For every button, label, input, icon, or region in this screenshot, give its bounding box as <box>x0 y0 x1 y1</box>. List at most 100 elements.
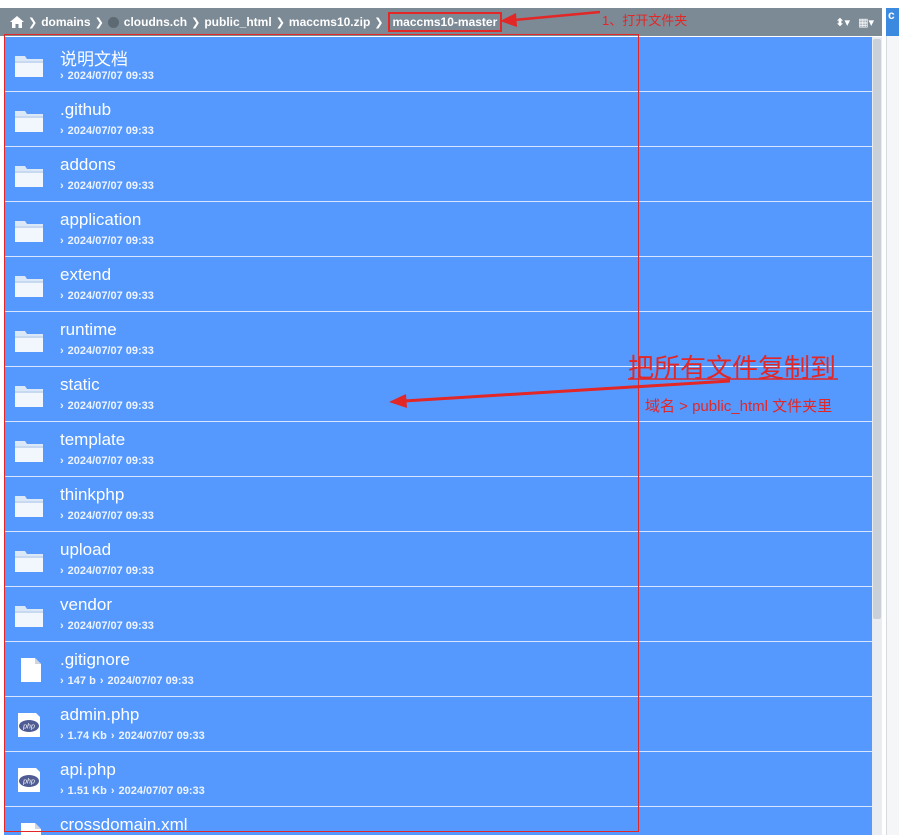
chevron-right-icon: › <box>60 675 64 687</box>
folder-icon <box>15 273 43 297</box>
file-meta: › 2024/07/07 09:33 <box>60 510 158 522</box>
chevron-right-icon: › <box>60 235 64 247</box>
toolbar-right: ⬍▾ ▦▾ <box>835 8 874 36</box>
file-name[interactable]: addons <box>60 155 116 175</box>
file-row[interactable]: 说明文档 › 2024/07/07 09:33 <box>4 37 872 92</box>
file-meta: › 2024/07/07 09:33 <box>60 345 158 357</box>
file-date: 2024/07/07 09:33 <box>107 675 194 687</box>
chevron-right-icon: ❯ <box>191 16 201 29</box>
sort-icon[interactable]: ⬍▾ <box>835 16 850 29</box>
file-name[interactable]: template <box>60 430 125 450</box>
annotation-step1: 1、打开文件夹 <box>602 13 688 28</box>
file-meta: › 147 b › 2024/07/07 09:33 <box>60 675 198 687</box>
breadcrumb-item-domain[interactable]: cloudns.ch <box>122 15 189 29</box>
file-row[interactable]: .github › 2024/07/07 09:33 <box>4 92 872 147</box>
file-name[interactable]: admin.php <box>60 705 139 725</box>
file-row[interactable]: addons › 2024/07/07 09:33 <box>4 147 872 202</box>
file-meta: › 1.51 Kb › 2024/07/07 09:33 <box>60 785 209 797</box>
right-panel-header[interactable]: c <box>886 8 899 36</box>
folder-icon <box>15 438 43 462</box>
file-name[interactable]: vendor <box>60 595 112 615</box>
breadcrumb-bar: ❯ domains ❯ cloudns.ch ❯ public_html ❯ m… <box>0 8 882 36</box>
chevron-right-icon: › <box>60 290 64 302</box>
chevron-right-icon: › <box>60 455 64 467</box>
file-name[interactable]: .gitignore <box>60 650 130 670</box>
file-date: 2024/07/07 09:33 <box>67 620 154 632</box>
file-name[interactable]: crossdomain.xml <box>60 815 188 835</box>
file-name[interactable]: application <box>60 210 141 230</box>
chevron-right-icon: ❯ <box>374 16 384 29</box>
file-meta: › 2024/07/07 09:33 <box>60 235 158 247</box>
file-date: 2024/07/07 09:33 <box>67 180 154 192</box>
home-icon[interactable] <box>10 16 24 28</box>
annotation-sub: 域名 > public_html 文件夹里 <box>645 398 833 415</box>
file-row[interactable]: template › 2024/07/07 09:33 <box>4 422 872 477</box>
folder-icon <box>15 383 43 407</box>
folder-icon <box>15 548 43 572</box>
chevron-right-icon: ❯ <box>94 16 104 29</box>
file-meta: › 2024/07/07 09:33 <box>60 455 158 467</box>
file-meta: › 2024/07/07 09:33 <box>60 180 158 192</box>
php-file-icon: php <box>15 713 43 737</box>
globe-icon <box>107 16 119 28</box>
file-meta: › 2024/07/07 09:33 <box>60 290 158 302</box>
file-date: 2024/07/07 09:33 <box>67 290 154 302</box>
file-row[interactable]: upload › 2024/07/07 09:33 <box>4 532 872 587</box>
file-row[interactable]: extend › 2024/07/07 09:33 <box>4 257 872 312</box>
file-row[interactable]: php admin.php › 1.74 Kb › 2024/07/07 09:33 <box>4 697 872 752</box>
file-row[interactable]: .gitignore › 147 b › 2024/07/07 09:33 <box>4 642 872 697</box>
scrollbar-thumb[interactable] <box>873 39 881 619</box>
chevron-right-icon: › <box>60 620 64 632</box>
chevron-right-icon: ❯ <box>28 16 38 29</box>
file-row[interactable]: application › 2024/07/07 09:33 <box>4 202 872 257</box>
chevron-right-icon: › <box>60 70 64 82</box>
right-panel <box>886 36 899 835</box>
chevron-right-icon: › <box>99 675 104 687</box>
php-file-icon: php <box>15 768 43 792</box>
chevron-right-icon: › <box>60 730 64 742</box>
file-date: 2024/07/07 09:33 <box>67 510 154 522</box>
folder-icon <box>15 108 43 132</box>
file-date: 2024/07/07 09:33 <box>67 565 154 577</box>
file-row[interactable]: php api.php › 1.51 Kb › 2024/07/07 09:33 <box>4 752 872 807</box>
file-name[interactable]: upload <box>60 540 111 560</box>
file-row[interactable]: vendor › 2024/07/07 09:33 <box>4 587 872 642</box>
file-meta: › 1.74 Kb › 2024/07/07 09:33 <box>60 730 209 742</box>
file-date: 2024/07/07 09:33 <box>67 235 154 247</box>
svg-text:php: php <box>22 779 35 786</box>
file-row[interactable]: thinkphp › 2024/07/07 09:33 <box>4 477 872 532</box>
file-name[interactable]: api.php <box>60 760 116 780</box>
file-icon <box>15 658 43 682</box>
scrollbar[interactable] <box>872 37 882 835</box>
folder-icon <box>15 603 43 627</box>
file-name[interactable]: static <box>60 375 100 395</box>
file-meta: › 2024/07/07 09:33 <box>60 125 158 137</box>
breadcrumb-item-zip[interactable]: maccms10.zip <box>287 15 372 29</box>
file-date: 2024/07/07 09:33 <box>118 785 205 797</box>
file-row[interactable]: crossdomain.xml <box>4 807 872 835</box>
chevron-right-icon: › <box>60 785 64 797</box>
chevron-right-icon: ❯ <box>275 16 285 29</box>
grid-view-icon[interactable]: ▦▾ <box>858 16 874 29</box>
folder-icon <box>15 53 43 77</box>
file-name[interactable]: 说明文档 <box>60 45 128 70</box>
file-name[interactable]: runtime <box>60 320 117 340</box>
chevron-right-icon: › <box>60 400 64 412</box>
file-date: 2024/07/07 09:33 <box>67 345 154 357</box>
folder-icon <box>15 163 43 187</box>
file-name[interactable]: .github <box>60 100 111 120</box>
breadcrumb-item-domains[interactable]: domains <box>39 15 92 29</box>
chevron-right-icon: › <box>60 180 64 192</box>
svg-text:php: php <box>22 724 35 731</box>
breadcrumb-item-public-html[interactable]: public_html <box>202 15 273 29</box>
file-date: 2024/07/07 09:33 <box>118 730 205 742</box>
chevron-right-icon: › <box>110 785 115 797</box>
file-name[interactable]: thinkphp <box>60 485 124 505</box>
file-size: 147 b <box>67 675 96 687</box>
file-size: 1.74 Kb <box>67 730 107 742</box>
breadcrumb-current[interactable]: maccms10-master <box>387 12 503 32</box>
file-meta: › 2024/07/07 09:33 <box>60 565 158 577</box>
chevron-right-icon: › <box>110 730 115 742</box>
file-name[interactable]: extend <box>60 265 111 285</box>
file-list: 说明文档 › 2024/07/07 09:33 .github › 2024/07/07 … <box>4 37 872 835</box>
